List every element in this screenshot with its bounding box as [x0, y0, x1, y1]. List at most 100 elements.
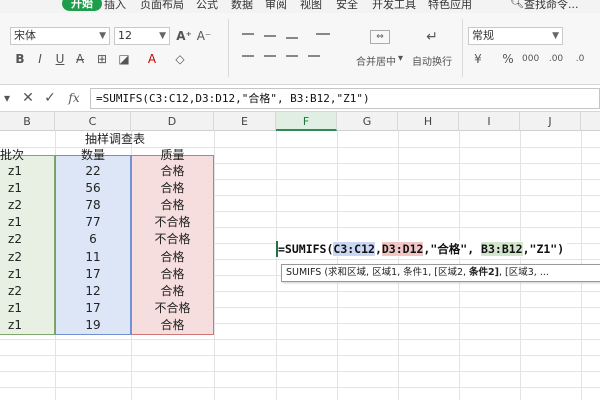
quality-cell[interactable]: 合格: [131, 197, 214, 213]
batch-cell[interactable]: z1: [0, 180, 30, 196]
tab-review[interactable]: 审阅: [265, 0, 287, 12]
strikethrough-icon[interactable]: A̶: [72, 51, 88, 67]
quantity-cell[interactable]: 17: [55, 300, 131, 316]
column-header-g[interactable]: G: [337, 112, 398, 131]
quality-cell[interactable]: 不合格: [131, 300, 214, 316]
quality-cell[interactable]: 合格: [131, 180, 214, 196]
spreadsheet-grid: B C D E F G H I J 抽样调查表 批次 数量 质量 z1 22 合格 z…: [0, 112, 600, 400]
shrink-font-icon[interactable]: A⁻: [196, 28, 212, 44]
quality-cell[interactable]: 合格: [131, 266, 214, 282]
criteria2-value: ,"Z1"): [522, 242, 565, 256]
tab-page-layout[interactable]: 页面布局: [140, 0, 184, 12]
grow-font-icon[interactable]: A⁺: [176, 28, 192, 44]
number-format-select[interactable]: 常规 ▼: [468, 27, 563, 45]
bold-icon[interactable]: B: [12, 51, 28, 67]
quantity-cell[interactable]: 56: [55, 180, 131, 196]
align-left-icon[interactable]: [242, 55, 254, 57]
tooltip-text: SUMIFS (求和区域, 区域1, 条件1, [区域2,: [286, 267, 470, 278]
search-icon[interactable]: 🔍︎: [510, 0, 524, 9]
fx-icon[interactable]: fx: [64, 90, 84, 106]
tooltip-current-arg: 条件2]: [469, 267, 499, 278]
batch-cell[interactable]: z1: [0, 317, 30, 333]
wrap-text-button[interactable]: 自动换行: [412, 53, 452, 68]
merge-cells-icon[interactable]: ⇔: [370, 30, 390, 44]
align-right-icon[interactable]: [286, 55, 298, 57]
batch-cell[interactable]: z2: [0, 283, 30, 299]
tab-security[interactable]: 安全: [336, 0, 358, 12]
justify-icon[interactable]: [308, 55, 320, 57]
grid-line: [0, 371, 600, 372]
font-color-icon[interactable]: A: [144, 51, 160, 67]
batch-cell[interactable]: z1: [0, 300, 30, 316]
tab-insert[interactable]: 插入: [104, 0, 126, 12]
tab-formulas[interactable]: 公式: [196, 0, 218, 12]
quantity-cell[interactable]: 77: [55, 214, 131, 230]
currency-icon[interactable]: ¥: [470, 51, 486, 67]
batch-cell[interactable]: z1: [0, 266, 30, 282]
confirm-icon[interactable]: ✓: [42, 90, 58, 106]
batch-cell[interactable]: z2: [0, 197, 30, 213]
chevron-down-icon[interactable]: ▾: [398, 53, 403, 64]
column-header-f[interactable]: F: [276, 112, 337, 131]
batch-cell[interactable]: z2: [0, 231, 30, 247]
formula-input[interactable]: =SUMIFS(C3:C12,D3:D12,"合格", B3:B12,"Z1"): [90, 88, 600, 109]
column-header-i[interactable]: I: [459, 112, 520, 131]
column-header-h[interactable]: H: [398, 112, 459, 131]
align-top-icon[interactable]: [242, 33, 254, 35]
font-size-select[interactable]: 12 ▼: [114, 27, 170, 45]
quality-cell[interactable]: 合格: [131, 249, 214, 265]
column-header-b[interactable]: B: [0, 112, 55, 131]
quantity-cell[interactable]: 17: [55, 266, 131, 282]
name-box-dropdown[interactable]: ▾: [3, 90, 11, 106]
percent-icon[interactable]: %: [500, 51, 516, 67]
fill-color-icon[interactable]: ◪: [116, 51, 132, 67]
quality-cell[interactable]: 合格: [131, 317, 214, 333]
cancel-icon[interactable]: ✕: [20, 90, 36, 106]
column-header-d[interactable]: D: [131, 112, 214, 131]
increase-decimal-icon[interactable]: .00: [548, 51, 564, 67]
align-bottom-icon[interactable]: [286, 37, 298, 39]
chevron-down-icon: ▼: [552, 31, 559, 41]
tab-developer[interactable]: 开发工具: [372, 0, 416, 12]
wrap-text-icon[interactable]: ↵: [424, 29, 440, 45]
quantity-cell[interactable]: 78: [55, 197, 131, 213]
quantity-cell[interactable]: 6: [55, 231, 131, 247]
quantity-cell[interactable]: 12: [55, 283, 131, 299]
header-quantity: 数量: [80, 148, 105, 162]
align-center-icon[interactable]: [264, 55, 276, 57]
clear-format-icon[interactable]: ◇: [172, 51, 188, 67]
criteria1-range-ref: D3:D12: [381, 242, 424, 256]
column-header-j[interactable]: J: [520, 112, 581, 131]
batch-cell[interactable]: z1: [0, 163, 30, 179]
ribbon-toolbar: 宋体 ▼ 12 ▼ A⁺ A⁻ B I U A̶ ⊞ ◪ A ◇ ⇔ 合并居中 …: [0, 13, 600, 85]
tab-data[interactable]: 数据: [231, 0, 253, 12]
quality-cell[interactable]: 不合格: [131, 214, 214, 230]
column-header-c[interactable]: C: [55, 112, 131, 131]
batch-cell[interactable]: z1: [0, 214, 30, 230]
font-name-value: 宋体: [14, 29, 36, 42]
border-icon[interactable]: ⊞: [94, 51, 110, 67]
command-search[interactable]: 查找命令...: [524, 0, 579, 12]
quality-cell[interactable]: 合格: [131, 163, 214, 179]
cell-formula-edit[interactable]: =SUMIFS(C3:C12,D3:D12,"合格", B3:B12,"Z1"): [278, 241, 568, 257]
thousands-icon[interactable]: 000: [522, 51, 539, 67]
grid-line: [0, 355, 600, 356]
merge-center-button[interactable]: 合并居中: [356, 53, 396, 68]
indent-icon[interactable]: [316, 33, 330, 35]
tab-start[interactable]: 开始: [62, 0, 102, 11]
font-name-select[interactable]: 宋体 ▼: [10, 27, 110, 45]
italic-icon[interactable]: I: [32, 51, 48, 67]
quantity-cell[interactable]: 22: [55, 163, 131, 179]
tab-view[interactable]: 视图: [300, 0, 322, 12]
decrease-decimal-icon[interactable]: .0: [572, 51, 588, 67]
quality-cell[interactable]: 不合格: [131, 231, 214, 247]
quantity-cell[interactable]: 11: [55, 249, 131, 265]
font-size-value: 12: [118, 29, 132, 42]
align-middle-icon[interactable]: [264, 35, 276, 37]
quantity-cell[interactable]: 19: [55, 317, 131, 333]
batch-cell[interactable]: z2: [0, 249, 30, 265]
quality-cell[interactable]: 合格: [131, 283, 214, 299]
column-header-e[interactable]: E: [214, 112, 276, 131]
underline-icon[interactable]: U: [52, 51, 68, 67]
tab-features[interactable]: 特色应用: [428, 0, 472, 12]
